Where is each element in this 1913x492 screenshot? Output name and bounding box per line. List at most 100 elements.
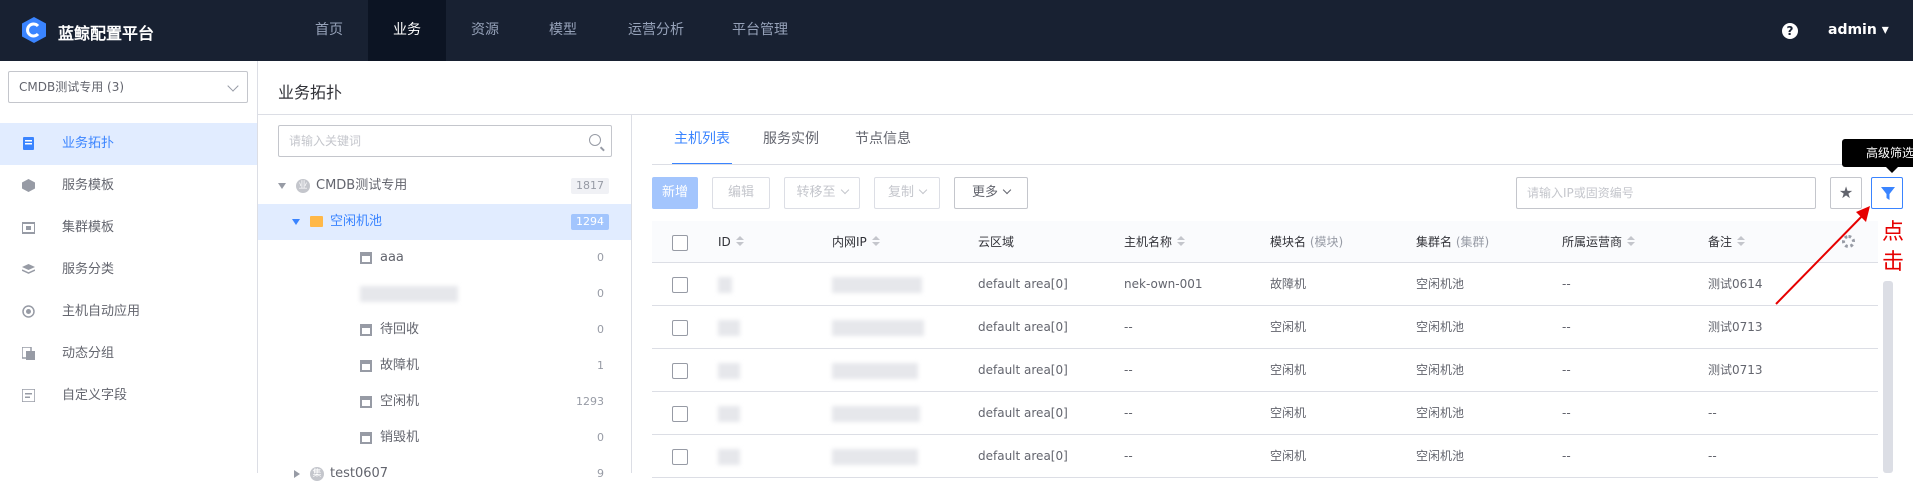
- chevron-down-icon: [1002, 185, 1012, 195]
- cell-isp: --: [1562, 320, 1571, 334]
- table-row[interactable]: default area[0] -- 空闲机 空闲机池 -- --: [652, 435, 1878, 478]
- table-row[interactable]: default area[0] -- 空闲机 空闲机池 -- --: [652, 392, 1878, 435]
- cell-cluster: 空闲机池: [1416, 363, 1465, 377]
- left-sidebar: CMDB测试专用 (3) 业务拓扑 服务模板 集群模板 服务分类 主机自动应用 …: [0, 61, 258, 473]
- copy-button[interactable]: 复制: [874, 177, 940, 209]
- tree-node-idle-pool[interactable]: 空闲机池 1294: [258, 204, 631, 240]
- business-select[interactable]: CMDB测试专用 (3): [8, 71, 248, 103]
- sidebar-item-topology[interactable]: 业务拓扑: [0, 123, 257, 165]
- redacted-id: [718, 363, 740, 379]
- sort-icon[interactable]: [871, 236, 880, 246]
- cell-note: --: [1708, 449, 1717, 463]
- nav-business[interactable]: 业务: [368, 0, 446, 61]
- row-checkbox[interactable]: [672, 406, 688, 422]
- cube-icon: [22, 179, 35, 192]
- tree-node-root[interactable]: 业 CMDB测试专用 1817: [258, 168, 631, 204]
- tree-node-count: 1293: [576, 395, 604, 408]
- nav-platform[interactable]: 平台管理: [722, 0, 798, 61]
- col-module-name: 模块名 (模块): [1270, 221, 1343, 263]
- cell-host: --: [1124, 406, 1133, 420]
- redacted-ip: [832, 320, 924, 336]
- tree-node-count: 0: [597, 251, 604, 264]
- table-scrollbar[interactable]: [1883, 281, 1893, 473]
- row-checkbox[interactable]: [672, 277, 688, 293]
- redacted-id: [718, 320, 740, 336]
- cell-host: --: [1124, 320, 1133, 334]
- redacted-id: [718, 449, 740, 465]
- user-menu[interactable]: admin ▾: [1828, 22, 1889, 38]
- tree-module-item[interactable]: 销毁机 0: [258, 420, 631, 456]
- cell-cloud: default area[0]: [978, 449, 1068, 463]
- caret-down-icon[interactable]: [292, 219, 300, 225]
- sort-icon[interactable]: [735, 236, 744, 246]
- row-checkbox[interactable]: [672, 363, 688, 379]
- tree-module-item[interactable]: 0: [258, 276, 631, 312]
- group-icon: [22, 347, 35, 360]
- nav-home[interactable]: 首页: [300, 0, 358, 61]
- redacted-ip: [832, 363, 918, 379]
- sidebar-item-service-template[interactable]: 服务模板: [0, 165, 257, 207]
- col-cluster-name: 集群名 (集群): [1416, 221, 1489, 263]
- chevron-down-icon: [840, 185, 849, 195]
- filter-icon: [1881, 187, 1895, 200]
- nav-model[interactable]: 模型: [533, 0, 593, 61]
- cell-host: nek-own-001: [1124, 277, 1203, 291]
- col-label: ID: [718, 235, 731, 249]
- new-button[interactable]: 新增: [652, 177, 698, 209]
- tree-node-test0607[interactable]: 集 test0607 9: [258, 456, 631, 492]
- table-row[interactable]: default area[0] -- 空闲机 空闲机池 -- 测试0713: [652, 349, 1878, 392]
- col-id[interactable]: ID: [718, 221, 744, 263]
- caret-down-icon[interactable]: [278, 183, 286, 189]
- col-inner-ip[interactable]: 内网IP: [832, 221, 880, 263]
- tab-host-list[interactable]: 主机列表: [672, 115, 732, 165]
- table-row[interactable]: default area[0] -- 空闲机 空闲机池 -- 测试0713: [652, 306, 1878, 349]
- cell-note: --: [1708, 406, 1717, 420]
- tab-service-instance[interactable]: 服务实例: [763, 115, 819, 165]
- edit-button[interactable]: 编辑: [712, 177, 770, 209]
- tree-module-item[interactable]: 空闲机 1293: [258, 384, 631, 420]
- col-host-name[interactable]: 主机名称: [1124, 221, 1186, 263]
- redacted-id: [718, 406, 740, 422]
- more-button[interactable]: 更多: [954, 177, 1028, 209]
- tree-module-item[interactable]: 故障机 1: [258, 348, 631, 384]
- sidebar-item-cluster-template[interactable]: 集群模板: [0, 207, 257, 249]
- col-label: 备注: [1708, 235, 1733, 249]
- tree-module-item[interactable]: aaa 0: [258, 240, 631, 276]
- sidebar-item-custom-field[interactable]: 自定义字段: [0, 375, 257, 417]
- sidebar-item-dynamic-group[interactable]: 动态分组: [0, 333, 257, 375]
- sort-icon[interactable]: [1737, 236, 1746, 246]
- nav-analysis[interactable]: 运营分析: [618, 0, 694, 61]
- topology-tree-panel: 请输入关键词 业 CMDB测试专用 1817 空闲机池 1294 aaa 0 0…: [258, 115, 632, 481]
- nav-resource[interactable]: 资源: [455, 0, 515, 61]
- sidebar-item-service-category[interactable]: 服务分类: [0, 249, 257, 291]
- select-all-checkbox[interactable]: [672, 235, 688, 251]
- layers-icon: [22, 264, 35, 274]
- tree-node-label: 故障机: [380, 358, 420, 373]
- cell-cloud: default area[0]: [978, 406, 1068, 420]
- tree-search-input[interactable]: 请输入关键词: [278, 125, 612, 157]
- col-note[interactable]: 备注: [1708, 221, 1746, 263]
- tree-module-item[interactable]: 待回收 0: [258, 312, 631, 348]
- sort-icon[interactable]: [1177, 236, 1186, 246]
- sidebar-item-host-auto-apply[interactable]: 主机自动应用: [0, 291, 257, 333]
- move-to-button[interactable]: 转移至: [784, 177, 860, 209]
- ip-search-placeholder: 请输入IP或固资编号: [1527, 186, 1634, 200]
- sort-icon[interactable]: [1627, 236, 1636, 246]
- tree-search-placeholder: 请输入关键词: [289, 134, 362, 148]
- sidebar-item-label: 服务模板: [62, 178, 115, 193]
- col-isp[interactable]: 所属运营商: [1562, 221, 1636, 263]
- tree-node-label: aaa: [380, 250, 404, 265]
- cell-cluster: 空闲机池: [1416, 320, 1465, 334]
- row-checkbox[interactable]: [672, 449, 688, 465]
- tree-node-label: 空闲机池: [330, 214, 383, 229]
- sidebar-item-label: 集群模板: [62, 220, 115, 235]
- tab-node-info[interactable]: 节点信息: [855, 115, 911, 165]
- caret-right-icon[interactable]: [294, 470, 300, 478]
- row-checkbox[interactable]: [672, 320, 688, 336]
- cell-note: 测试0713: [1708, 363, 1763, 377]
- help-icon[interactable]: ?: [1782, 23, 1798, 39]
- col-label: 主机名称: [1124, 235, 1173, 249]
- cell-cluster: 空闲机池: [1416, 406, 1465, 420]
- table-row[interactable]: default area[0] nek-own-001 故障机 空闲机池 -- …: [652, 263, 1878, 306]
- cell-module: 空闲机: [1270, 320, 1307, 334]
